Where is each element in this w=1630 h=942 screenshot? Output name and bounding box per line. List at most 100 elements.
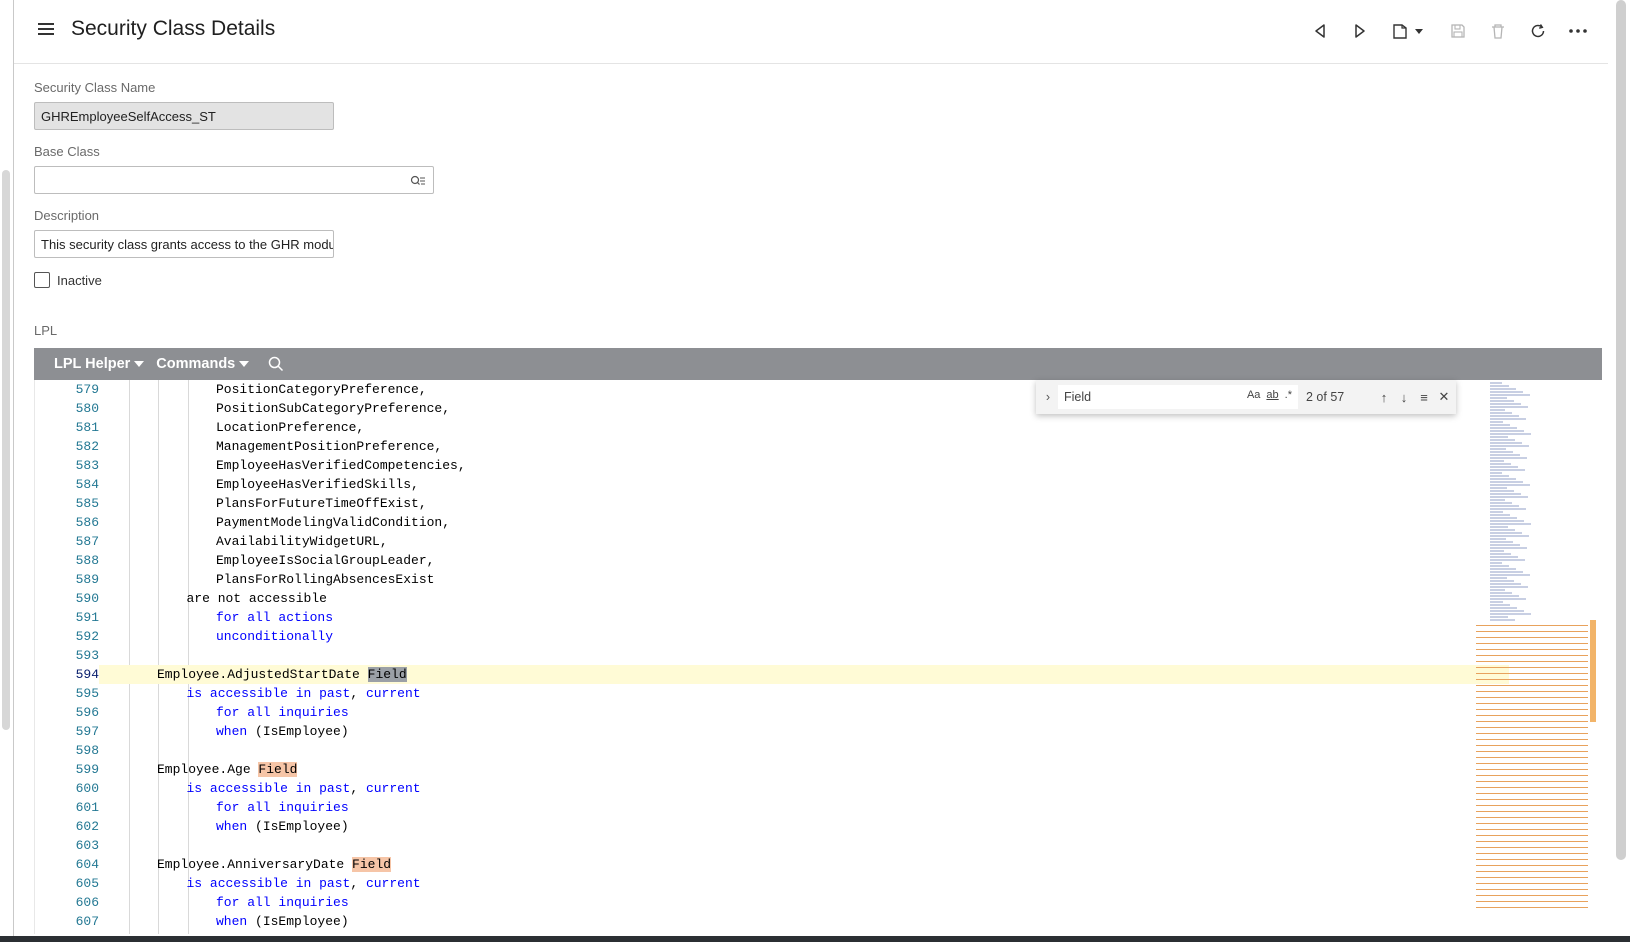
code-token: , [350, 686, 366, 701]
minimap-line [1490, 439, 1515, 441]
minimap-line [1490, 574, 1530, 576]
minimap-line [1490, 526, 1508, 528]
minimap-line [1490, 568, 1516, 570]
description-field[interactable]: This security class grants access to the… [34, 230, 334, 258]
commands-menu[interactable]: Commands [156, 356, 250, 372]
minimap-line [1490, 460, 1504, 462]
inactive-checkbox[interactable] [34, 272, 50, 288]
code-line: when (IsEmployee) [99, 817, 1509, 836]
minimap-line [1490, 577, 1507, 579]
minimap-line [1490, 421, 1503, 423]
base-class-field[interactable] [34, 166, 434, 194]
next-match-icon[interactable]: ↓ [1394, 390, 1414, 405]
whole-word-toggle[interactable]: ab [1266, 389, 1278, 401]
line-number: 592 [75, 629, 99, 644]
next-record-button[interactable] [1348, 14, 1372, 48]
minimap-match-marker [1476, 763, 1588, 764]
search-icon[interactable] [267, 355, 285, 373]
code-token: (IsEmployee) [247, 914, 349, 929]
search-match: Field [258, 762, 298, 777]
minimap-match-marker [1476, 679, 1588, 680]
minimap-match-marker [1476, 829, 1588, 830]
minimap-match-marker [1476, 751, 1588, 752]
page-scrollbar[interactable] [1608, 0, 1630, 932]
minimap-match-marker [1476, 877, 1588, 878]
find-in-selection-icon[interactable]: ≡ [1414, 390, 1434, 405]
left-scrollbar[interactable] [0, 0, 14, 942]
minimap-line [1490, 496, 1528, 498]
minimap-match-marker [1476, 787, 1588, 788]
code-line: ManagementPositionPreference, [99, 437, 1509, 456]
minimap-match-marker [1476, 805, 1588, 806]
more-actions-button[interactable] [1566, 14, 1590, 48]
code-line: EmployeeHasVerifiedSkills, [99, 475, 1509, 494]
lpl-code-editor[interactable]: 579 580 581 582 583 584 585 586 587 588 589 590 591 5… [34, 380, 1602, 934]
line-number: 607 [75, 914, 99, 929]
delete-button[interactable] [1486, 14, 1510, 48]
description-label: Description [34, 208, 100, 223]
security-class-name-label: Security Class Name [34, 80, 156, 95]
code-token: is accessible in past [186, 876, 351, 891]
find-input[interactable]: Field Aa ab .* [1058, 385, 1298, 409]
minimap-match-marker [1476, 859, 1588, 860]
inactive-row: Inactive [34, 272, 434, 288]
match-case-toggle[interactable]: Aa [1247, 389, 1260, 401]
close-find-icon[interactable]: ✕ [1434, 389, 1454, 405]
lookup-icon[interactable] [410, 174, 426, 188]
line-number: 587 [75, 534, 99, 549]
description-group: Description This security class grants a… [34, 208, 434, 258]
minimap-match-marker [1476, 823, 1588, 824]
code-token: Employee.Age [157, 762, 259, 777]
editor-minimap[interactable] [1476, 380, 1596, 934]
code-line: are not accessible [99, 589, 1509, 608]
refresh-button[interactable] [1526, 14, 1550, 48]
minimap-line [1490, 550, 1504, 552]
minimap-line [1490, 484, 1530, 486]
toggle-replace-icon[interactable]: › [1040, 390, 1056, 404]
previous-record-button[interactable] [1308, 14, 1332, 48]
new-record-button[interactable] [1388, 14, 1430, 48]
regex-toggle[interactable]: .* [1285, 389, 1292, 401]
minimap-match-marker [1476, 661, 1588, 662]
base-class-group: Base Class [34, 144, 434, 194]
minimap-match-marker [1476, 673, 1588, 674]
minimap-line [1490, 445, 1529, 447]
hamburger-menu-icon[interactable] [36, 20, 58, 42]
minimap-line [1490, 490, 1514, 492]
minimap-line [1490, 457, 1527, 459]
minimap-line [1490, 559, 1525, 561]
current-match: Field [367, 667, 407, 682]
minimap-line [1490, 394, 1530, 396]
left-scrollbar-thumb[interactable] [2, 170, 10, 730]
code-token: PlansForFutureTimeOffExist, [216, 496, 427, 511]
line-number: 590 [75, 591, 99, 606]
triangle-right-icon [1355, 24, 1365, 38]
line-number: 603 [75, 838, 99, 853]
code-token: , [350, 876, 366, 891]
code-line: is accessible in past, current [99, 684, 1509, 703]
minimap-line [1490, 493, 1521, 495]
code-token: unconditionally [216, 629, 334, 644]
lpl-helper-caret-icon [134, 361, 145, 367]
lpl-helper-menu[interactable]: LPL Helper [54, 356, 145, 372]
save-button[interactable] [1446, 14, 1470, 48]
code-area[interactable]: PositionCategoryPreference, PositionSubCa… [99, 380, 1509, 934]
code-token: , [350, 781, 366, 796]
minimap-line [1490, 505, 1519, 507]
minimap-line [1490, 418, 1526, 420]
code-token: Employee.AnniversaryDate [157, 857, 353, 872]
line-number: 601 [75, 800, 99, 815]
security-class-name-field[interactable]: GHREmployeeSelfAccess_ST [34, 102, 334, 130]
security-class-form: Security Class Name GHREmployeeSelfAcces… [34, 80, 434, 288]
previous-match-icon[interactable]: ↑ [1374, 390, 1394, 405]
page-scrollbar-thumb[interactable] [1616, 0, 1626, 860]
line-number: 586 [75, 515, 99, 530]
code-token: is accessible in past [186, 686, 351, 701]
code-line: Employee.AnniversaryDate Field [99, 855, 1509, 874]
minimap-match-marker [1476, 655, 1588, 656]
security-class-name-group: Security Class Name GHREmployeeSelfAcces… [34, 80, 434, 130]
code-line: Employee.Age Field [99, 760, 1509, 779]
code-token: for all inquiries [216, 800, 349, 815]
minimap-match-marker [1476, 703, 1588, 704]
minimap-line [1490, 538, 1506, 540]
